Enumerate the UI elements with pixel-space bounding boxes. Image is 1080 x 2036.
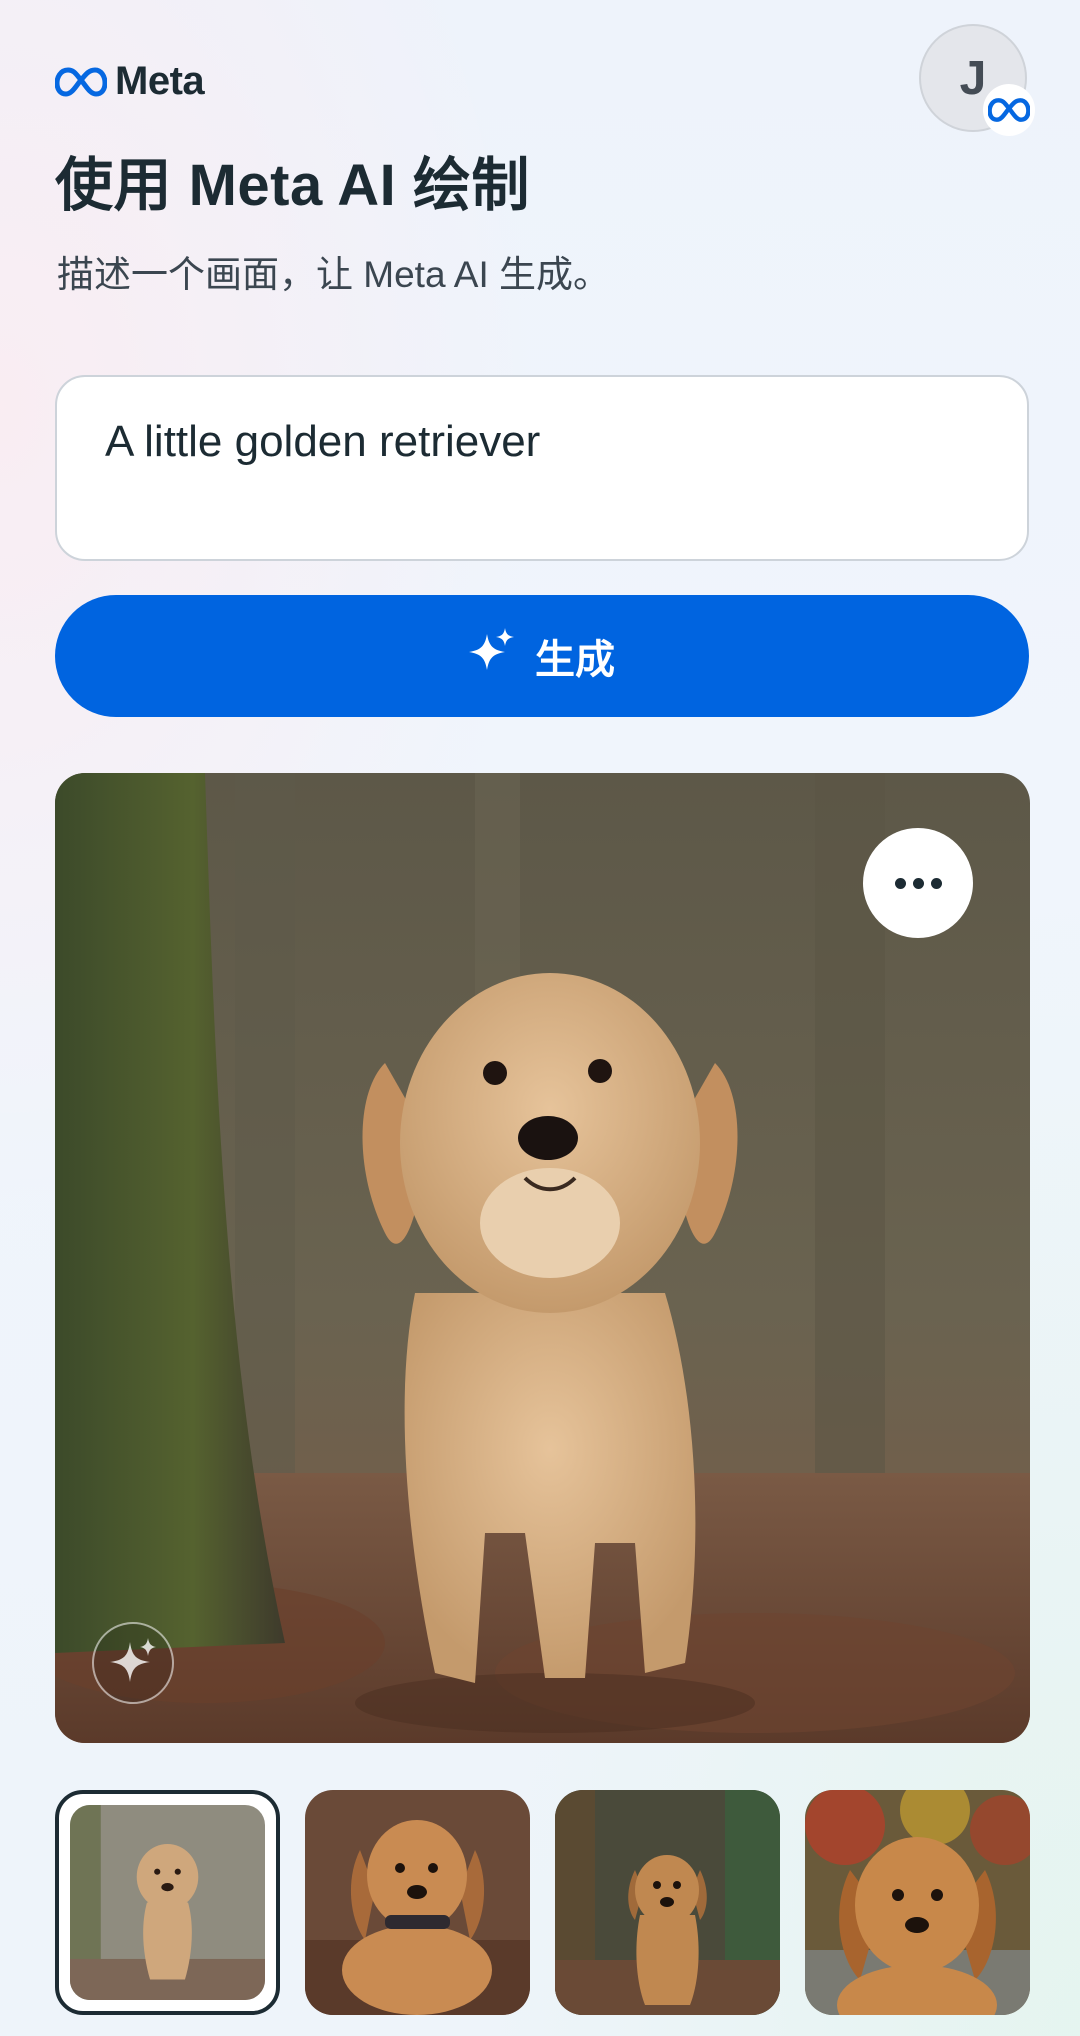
prompt-text: A little golden retriever xyxy=(105,417,541,466)
avatar[interactable]: J xyxy=(919,24,1035,136)
prompt-input[interactable]: A little golden retriever xyxy=(55,375,1029,561)
ai-watermark-icon xyxy=(90,1620,176,1706)
generate-label: 生成 xyxy=(535,638,615,682)
meta-logo: Meta xyxy=(55,59,205,104)
thumbnail-image xyxy=(555,1790,780,2015)
avatar-initial: J xyxy=(959,51,987,105)
thumbnail-1[interactable] xyxy=(55,1790,280,2015)
sparkle-icon xyxy=(469,628,515,684)
page-title: 使用 Meta AI 绘制 xyxy=(55,153,530,218)
page-subtitle: 描述一个画面，让 Meta AI 生成。 xyxy=(57,254,611,295)
thumbnail-2[interactable] xyxy=(305,1790,530,2015)
generated-image[interactable] xyxy=(55,773,1030,1743)
meta-badge-icon xyxy=(983,84,1035,136)
header: Meta J xyxy=(55,24,1035,136)
thumbnail-image xyxy=(305,1790,530,2015)
thumbnail-3[interactable] xyxy=(555,1790,780,2015)
thumbnail-strip xyxy=(55,1790,1030,2015)
more-dot-icon xyxy=(894,877,906,889)
more-dot-icon xyxy=(930,877,942,889)
thumbnail-4[interactable] xyxy=(805,1790,1030,2015)
thumbnail-image xyxy=(70,1805,265,2000)
more-options-button[interactable] xyxy=(863,828,973,938)
generate-button[interactable]: 生成 xyxy=(55,595,1029,717)
more-dot-icon xyxy=(912,877,924,889)
brand-name: Meta xyxy=(115,59,205,103)
meta-infinity-icon xyxy=(55,66,107,98)
thumbnail-image xyxy=(805,1790,1030,2015)
